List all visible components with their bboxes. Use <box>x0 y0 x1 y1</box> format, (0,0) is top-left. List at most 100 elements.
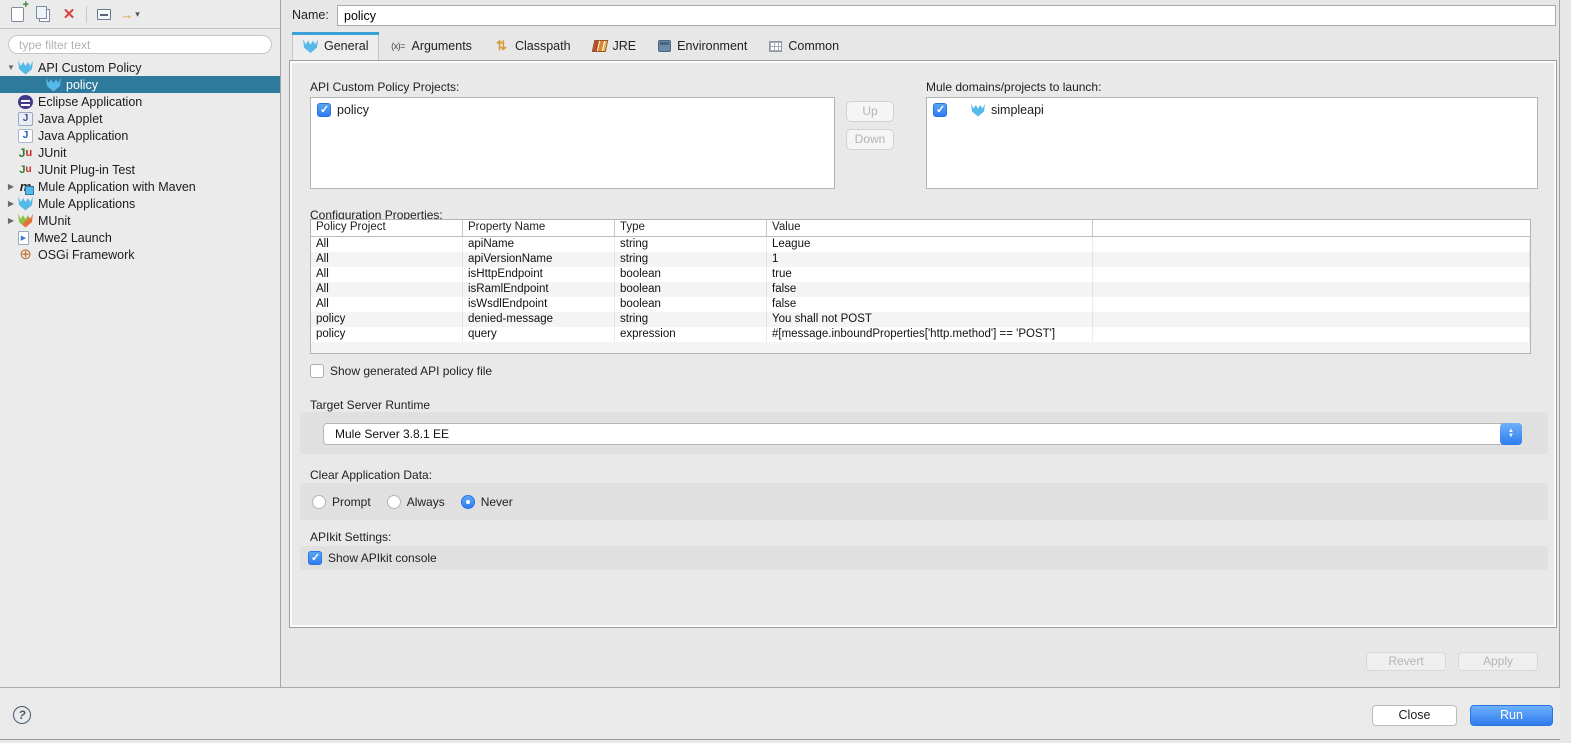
tree-item[interactable]: Mwe2 Launch <box>0 229 280 246</box>
show-generated-policy-label: Show generated API policy file <box>330 364 493 378</box>
tree-item[interactable]: Java Application <box>0 127 280 144</box>
tree-item[interactable]: Mule Applications <box>0 195 280 212</box>
tab[interactable]: General <box>292 32 380 60</box>
radio-button[interactable] <box>386 494 401 509</box>
tree-item-label: Eclipse Application <box>38 94 143 109</box>
apikit-settings-label: APIkit Settings: <box>310 530 392 544</box>
mule-icon <box>303 39 318 53</box>
radio-button[interactable] <box>460 494 475 509</box>
tab-label: Classpath <box>514 39 571 53</box>
common-icon <box>769 40 783 52</box>
list-item-label: simpleapi <box>991 103 1044 117</box>
combo-stepper-icon[interactable]: ▲ ▼ <box>1500 423 1522 445</box>
table-row[interactable]: All isRamlEndpoint boolean false <box>311 282 1530 297</box>
help-button[interactable]: ? <box>13 706 31 724</box>
table-row[interactable]: All isWsdlEndpoint boolean false <box>311 297 1530 312</box>
table-row[interactable]: policy denied-message string You shall n… <box>311 312 1530 327</box>
tree-item[interactable]: Mule Application with Maven <box>0 178 280 195</box>
target-server-select[interactable]: Mule Server 3.8.1 EE ▲ ▼ <box>323 423 1522 445</box>
table-row[interactable]: policy query expression #[message.inboun… <box>311 327 1530 342</box>
osgi-icon <box>18 248 33 262</box>
table-header: Policy Project Property Name Type Value <box>311 220 1530 237</box>
duplicate-launch-configuration-icon[interactable] <box>34 5 52 23</box>
column-header <box>1093 220 1530 236</box>
down-button[interactable]: Down <box>846 129 894 150</box>
tree-item[interactable]: MUnit <box>0 212 280 229</box>
tree-item-label: JUnit Plug-in Test <box>38 162 136 177</box>
radio-button[interactable] <box>312 494 326 509</box>
mule-icon <box>18 60 33 75</box>
apikit-console-row: Show APIkit console <box>308 551 437 565</box>
item-checkbox[interactable] <box>933 103 947 117</box>
general-tab-content: API Custom Policy Projects: policy Up Do… <box>289 60 1557 628</box>
radio-option[interactable]: Prompt <box>312 494 371 509</box>
tab[interactable]: JRE <box>582 32 648 60</box>
mule-domains-label: Mule domains/projects to launch: <box>926 80 1102 94</box>
tree-item-label: Mwe2 Launch <box>34 230 112 245</box>
mule-icon <box>46 77 61 92</box>
radio-label: Always <box>406 494 445 509</box>
tree-item-label: Mule Application with Maven <box>38 179 196 194</box>
up-button[interactable]: Up <box>846 101 894 122</box>
launch-config-main: Name: General Arguments Classpath JRE <box>284 0 1559 687</box>
tab-label: JRE <box>612 39 637 53</box>
close-button[interactable]: Close <box>1372 705 1457 726</box>
new-launch-configuration-icon[interactable] <box>8 5 26 23</box>
sidebar-toolbar <box>0 0 280 29</box>
table-row[interactable]: All isHttpEndpoint boolean true <box>311 267 1530 282</box>
collapse-all-icon[interactable] <box>95 5 113 23</box>
policy-projects-list[interactable]: policy <box>310 97 835 189</box>
tab[interactable]: Arguments <box>379 32 482 60</box>
launch-config-tree: API Custom Policy policy Eclipse Applica… <box>0 59 280 263</box>
show-generated-policy-checkbox[interactable] <box>310 364 324 378</box>
tree-item[interactable]: Eclipse Application <box>0 93 280 110</box>
tree-item[interactable]: policy <box>0 76 280 93</box>
tree-item[interactable]: OSGi Framework <box>0 246 280 263</box>
mule-domains-list[interactable]: simpleapi <box>926 97 1538 189</box>
apply-button[interactable]: Apply <box>1458 652 1538 671</box>
revert-button[interactable]: Revert <box>1366 652 1446 671</box>
filter-launch-configurations-icon[interactable] <box>121 5 139 23</box>
tree-item[interactable]: API Custom Policy <box>0 59 280 76</box>
expand-arrow[interactable] <box>4 215 18 226</box>
column-header[interactable]: Value <box>767 220 1093 236</box>
target-server-group: Mule Server 3.8.1 EE ▲ ▼ <box>300 412 1548 454</box>
table-row[interactable]: All apiName string League <box>311 237 1530 252</box>
tab[interactable]: Common <box>758 32 850 60</box>
list-item[interactable]: simpleapi <box>927 98 1537 117</box>
java-app-icon <box>18 128 33 143</box>
column-header[interactable]: Policy Project <box>311 220 463 236</box>
tree-item[interactable]: JUnit Plug-in Test <box>0 161 280 178</box>
radio-label: Never <box>480 494 513 509</box>
environment-icon <box>658 40 672 52</box>
table-row[interactable]: All apiVersionName string 1 <box>311 252 1530 267</box>
expand-arrow[interactable] <box>4 181 18 192</box>
show-apikit-console-checkbox[interactable] <box>308 551 322 565</box>
radio-option[interactable]: Never <box>460 494 513 509</box>
delete-launch-configuration-icon[interactable] <box>60 5 78 23</box>
tab[interactable]: Classpath <box>483 32 582 60</box>
window-right-edge <box>1559 0 1560 687</box>
config-properties-table[interactable]: Policy Project Property Name Type Value … <box>310 219 1531 354</box>
radio-option[interactable]: Always <box>386 494 445 509</box>
mwe2-icon <box>18 230 29 245</box>
tree-item[interactable]: Java Applet <box>0 110 280 127</box>
list-item[interactable]: policy <box>311 98 834 117</box>
expand-arrow[interactable] <box>4 62 18 73</box>
filter-input[interactable] <box>8 35 272 54</box>
run-button[interactable]: Run <box>1470 705 1553 726</box>
column-header[interactable]: Type <box>615 220 767 236</box>
tree-item-label: OSGi Framework <box>38 247 135 262</box>
junit-icon <box>18 146 33 160</box>
name-input[interactable] <box>337 5 1556 26</box>
item-checkbox[interactable] <box>317 103 331 117</box>
munit-icon <box>18 213 33 228</box>
expand-arrow[interactable] <box>4 198 18 209</box>
column-header[interactable]: Property Name <box>463 220 615 236</box>
show-apikit-console-label: Show APIkit console <box>328 551 437 565</box>
jre-icon <box>591 40 608 52</box>
tab-label: General <box>324 39 369 53</box>
show-generated-policy-row: Show generated API policy file <box>310 364 492 378</box>
tree-item[interactable]: JUnit <box>0 144 280 161</box>
tab[interactable]: Environment <box>647 32 758 60</box>
